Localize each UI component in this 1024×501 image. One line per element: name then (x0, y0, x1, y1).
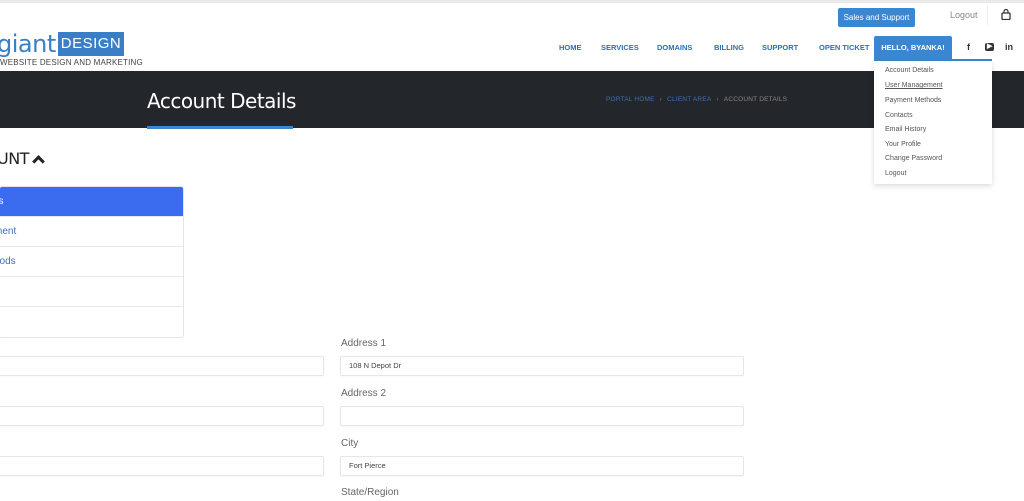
city-label: City (341, 438, 359, 449)
facebook-icon[interactable]: f (967, 42, 970, 52)
dropdown-payment-methods[interactable]: Payment Methods (885, 97, 941, 104)
nav-services[interactable]: SERVICES (601, 43, 639, 52)
sidebar-item-label: ment (0, 226, 17, 237)
sidebar-item-4[interactable] (0, 277, 183, 307)
account-heading-text: UNT (0, 149, 29, 168)
city-input[interactable]: Fort Pierce (340, 456, 744, 476)
account-section-heading[interactable]: UNT (0, 149, 45, 168)
breadcrumb-separator: › (716, 96, 719, 103)
logo-badge: DESIGN (58, 32, 124, 56)
dropdown-your-profile[interactable]: Your Profile (885, 141, 921, 148)
dropdown-user-management[interactable]: User Management (885, 82, 943, 89)
left-field-2[interactable] (0, 406, 324, 426)
breadcrumb-separator: › (659, 96, 663, 103)
nav-open-ticket[interactable]: OPEN TICKET (819, 43, 869, 52)
left-field-1[interactable] (0, 356, 324, 376)
title-underline (147, 126, 293, 129)
user-menu-button[interactable]: HELLO, BYANKA! (874, 36, 952, 60)
nav-home[interactable]: HOME (559, 43, 582, 52)
dropdown-change-password[interactable]: Change Password (885, 155, 942, 162)
logo-word: giant (0, 30, 56, 58)
left-field-3[interactable] (0, 456, 324, 476)
user-dropdown-menu: Account Details User Management Payment … (874, 61, 992, 184)
nav-domains[interactable]: DOMAINS (657, 43, 692, 52)
dropdown-contacts[interactable]: Contacts (885, 112, 913, 119)
sidebar-item-5[interactable] (0, 307, 183, 337)
sidebar-item-payment-methods[interactable]: hods (0, 247, 183, 277)
account-sidebar: ils ment hods (0, 186, 184, 338)
sidebar-item-account-details[interactable]: ils (0, 187, 183, 217)
logo-tagline: WEBSITE DESIGN AND MARKETING (0, 58, 143, 67)
sidebar-item-user-management[interactable]: ment (0, 217, 183, 247)
dropdown-email-history[interactable]: Email History (885, 126, 926, 133)
sidebar-item-label: ils (0, 196, 3, 207)
dropdown-account-details[interactable]: Account Details (885, 67, 934, 74)
dropdown-logout[interactable]: Logout (885, 170, 906, 177)
sales-support-button[interactable]: Sales and Support (838, 8, 915, 27)
address1-label: Address 1 (341, 338, 387, 349)
top-border (0, 0, 1024, 3)
breadcrumb: PORTAL HOME › CLIENT AREA › ACCOUNT DETAILS (606, 96, 787, 103)
breadcrumb-portal-home[interactable]: PORTAL HOME (606, 96, 655, 103)
page-title: Account Details (147, 89, 296, 113)
divider (987, 5, 988, 25)
lock-bag-icon[interactable] (1001, 9, 1011, 20)
address2-input[interactable] (340, 406, 744, 426)
breadcrumb-client-area[interactable]: CLIENT AREA (667, 96, 711, 103)
breadcrumb-current: ACCOUNT DETAILS (723, 96, 788, 103)
state-region-label: State/Region (341, 487, 399, 498)
nav-billing[interactable]: BILLING (714, 43, 744, 52)
address2-label: Address 2 (341, 388, 387, 399)
logout-link[interactable]: Logout (950, 10, 978, 20)
linkedin-icon[interactable]: in (1005, 42, 1013, 52)
address1-input[interactable]: 108 N Depot Dr (340, 356, 744, 376)
nav-support[interactable]: SUPPORT (762, 43, 798, 52)
youtube-icon[interactable]: ▶ (985, 43, 995, 51)
sidebar-item-label: hods (0, 256, 16, 267)
chevron-up-icon (32, 155, 45, 168)
